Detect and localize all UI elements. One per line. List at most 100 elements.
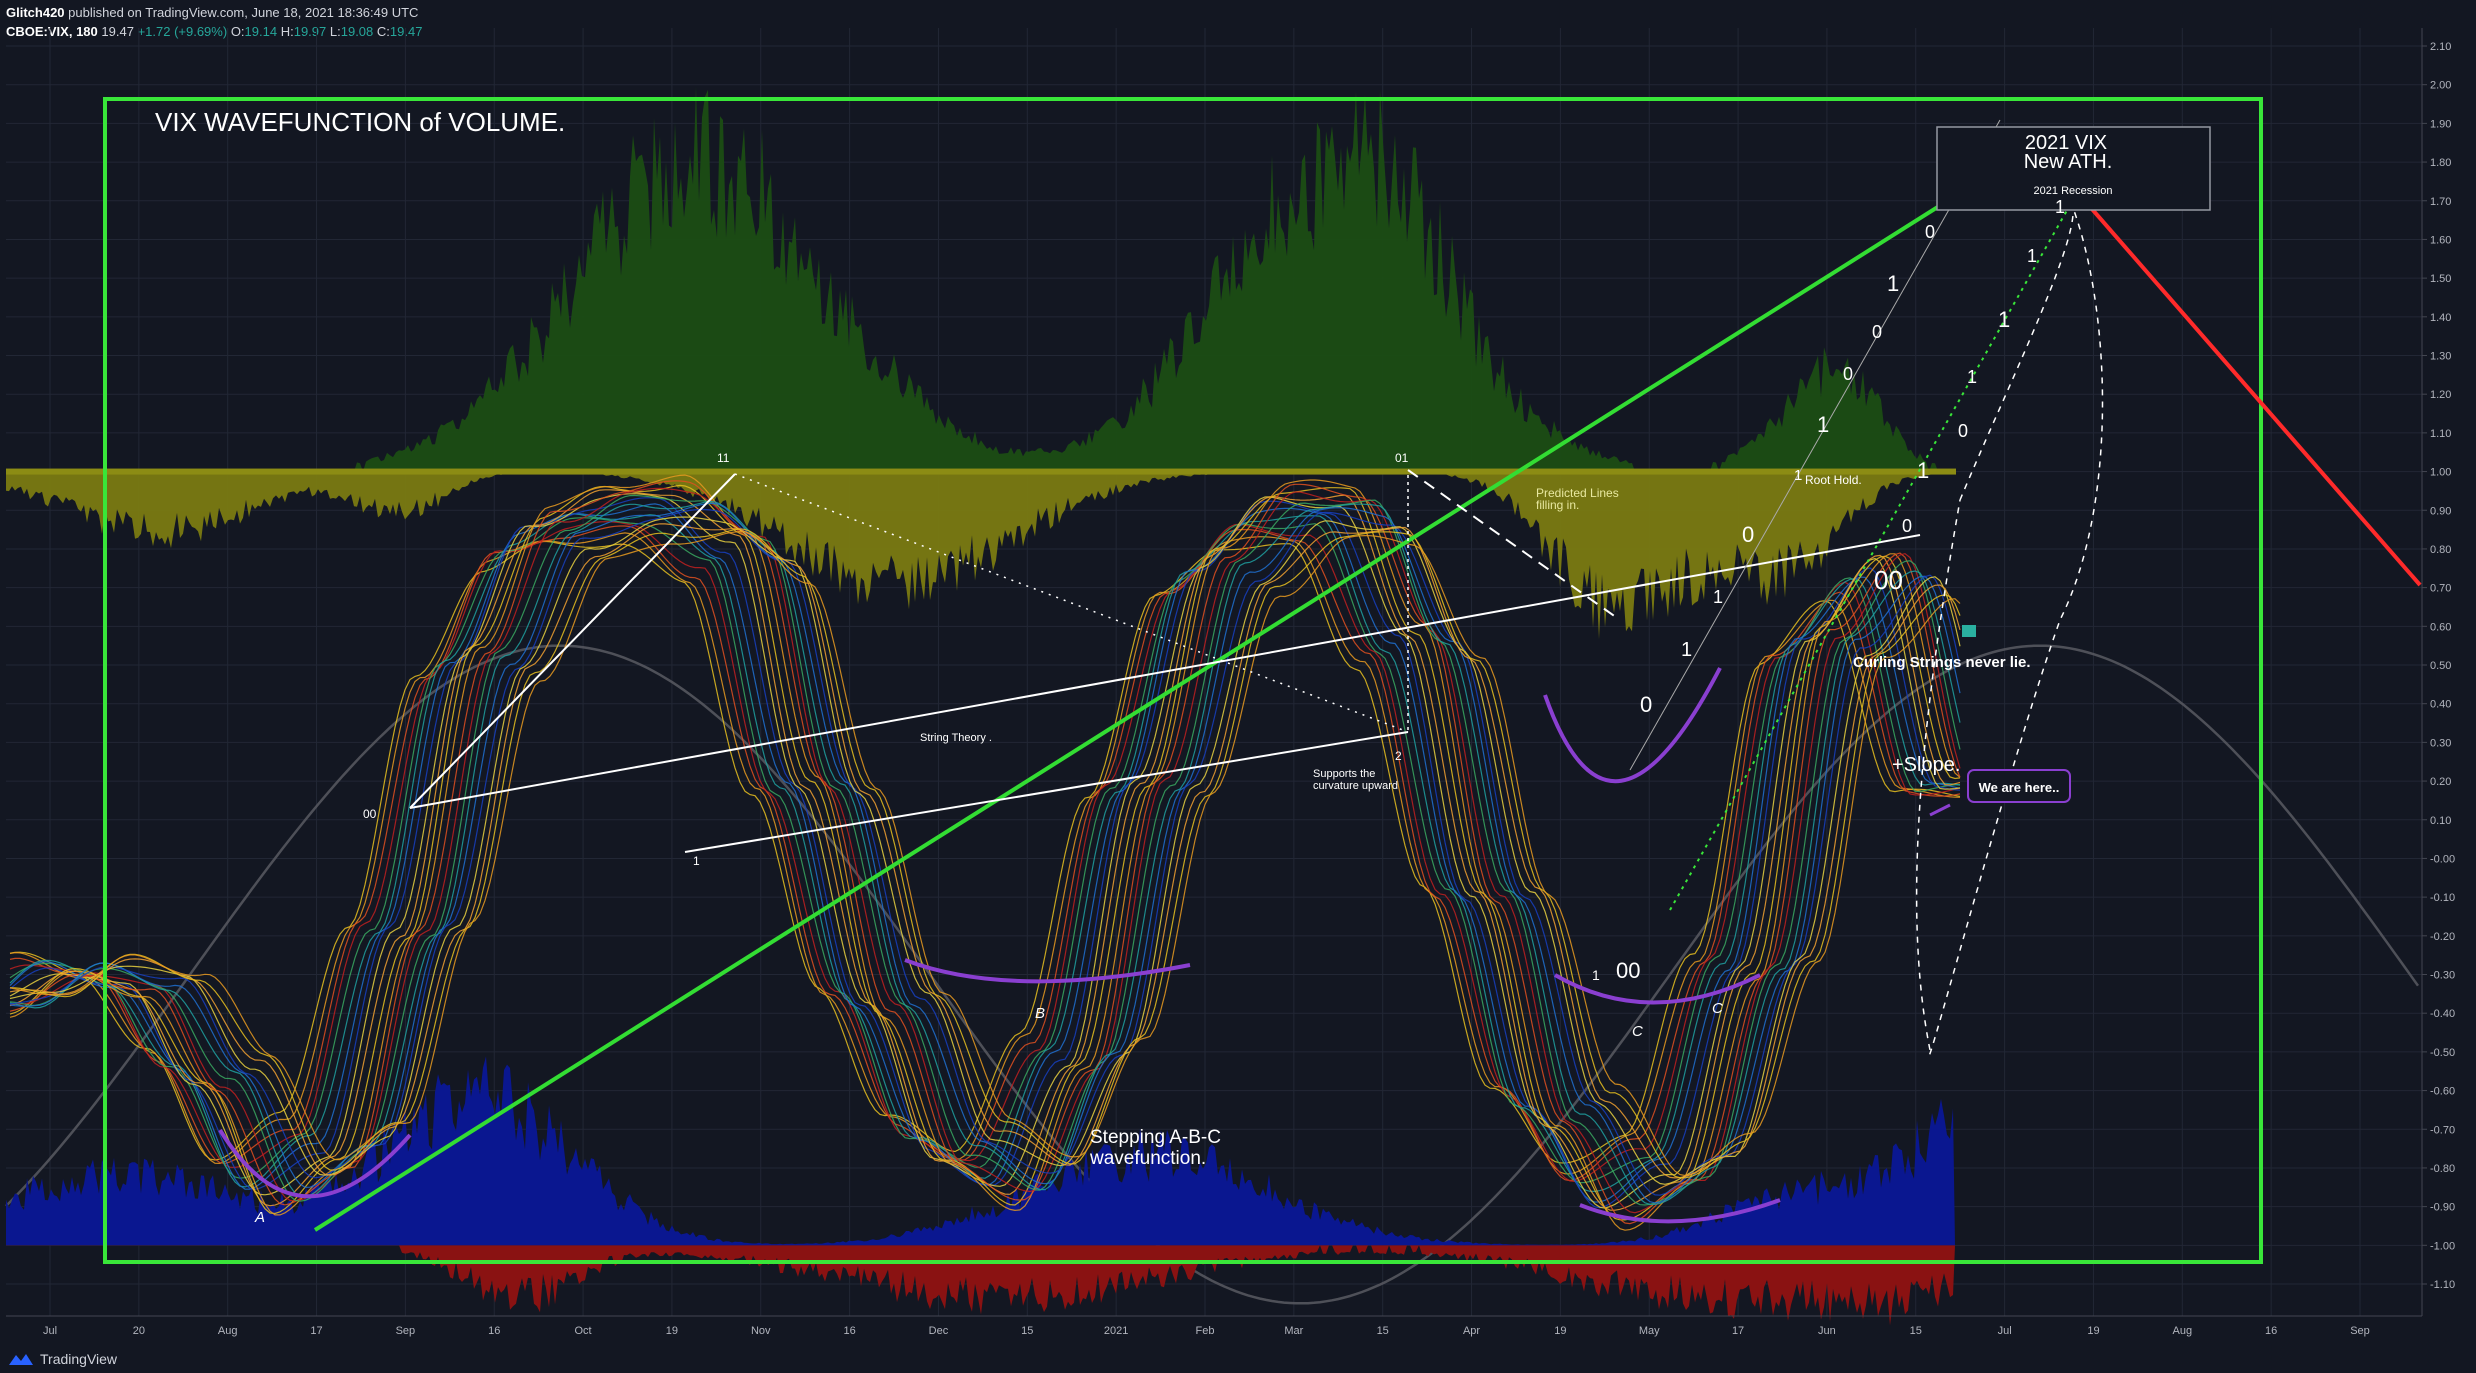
- x-tick-label: 19: [1554, 1325, 1566, 1337]
- y-tick-label: 1.90: [2430, 118, 2451, 130]
- we-are-here-label: We are here..: [1979, 780, 2060, 795]
- marker-01: 01: [1395, 451, 1409, 465]
- x-tick-label: 15: [1021, 1325, 1033, 1337]
- y-tick-label: 1.70: [2430, 196, 2451, 208]
- y-tick-label: 1.00: [2430, 467, 2451, 479]
- volume-negative-area: [6, 471, 1955, 640]
- binary-digit: 1: [1713, 587, 1723, 607]
- teal-flag-icon: [1962, 625, 1976, 637]
- binary-digit: 1: [1998, 307, 2010, 332]
- tradingview-logo-icon: [9, 1354, 33, 1365]
- x-tick-label: 17: [1732, 1325, 1744, 1337]
- y-tick-label: 1.30: [2430, 351, 2451, 363]
- predicted-label-2: filling in.: [1536, 498, 1579, 512]
- red-volume-band: [6, 1245, 1955, 1326]
- footer-brand-label: TradingView: [40, 1351, 118, 1367]
- x-tick-label: Sep: [396, 1325, 416, 1337]
- y-tick-label: -0.40: [2430, 1008, 2455, 1020]
- binary-digit: 0: [1872, 322, 1882, 342]
- ribbon-line: [9, 525, 1961, 1182]
- volume-baseline: [6, 468, 1956, 475]
- x-tick-label: 16: [488, 1325, 500, 1337]
- binary-digit: 1: [1967, 367, 1977, 387]
- binary-digit: 1: [1887, 271, 1899, 296]
- x-tick-label: 20: [133, 1325, 145, 1337]
- ribbon-line: [9, 516, 1961, 1185]
- x-tick-label: Jul: [43, 1325, 57, 1337]
- ath-box-line2: New ATH.: [2024, 151, 2113, 173]
- label-c2: C: [1712, 1000, 1723, 1017]
- x-tick-label: 17: [310, 1325, 322, 1337]
- purple-pointer: [1929, 803, 1951, 817]
- y-tick-label: 2.00: [2430, 80, 2451, 92]
- purple-arc-up: [1543, 667, 1722, 784]
- stepping-label-1: Stepping A-B-C: [1090, 1127, 1221, 1148]
- ribbon-line: [9, 521, 1961, 1183]
- volume-positive-area: [6, 86, 1955, 472]
- binary-digit: 1: [1917, 458, 1929, 483]
- x-tick-label: 19: [2087, 1325, 2099, 1337]
- marker-00-left: 00: [363, 807, 377, 821]
- y-tick-label: 0.90: [2430, 505, 2451, 517]
- x-tick-label: Feb: [1196, 1325, 1215, 1337]
- marker-00-mid: 00: [1616, 958, 1640, 983]
- chart-grid: [6, 28, 2422, 1316]
- x-tick-label: Aug: [2173, 1325, 2193, 1337]
- y-tick-label: 0.60: [2430, 621, 2451, 633]
- marker-1-low: 1: [1681, 639, 1692, 661]
- x-tick-label: 19: [666, 1325, 678, 1337]
- x-tick-label: Aug: [218, 1325, 238, 1337]
- y-tick-label: -0.80: [2430, 1163, 2455, 1175]
- y-tick-label: 1.80: [2430, 157, 2451, 169]
- y-tick-label: -0.00: [2430, 853, 2455, 865]
- label-a: A: [254, 1209, 265, 1226]
- x-tick-label: Nov: [751, 1325, 771, 1337]
- x-tick-label: 15: [1910, 1325, 1922, 1337]
- label-b: B: [1035, 1005, 1045, 1022]
- y-tick-label: 0.50: [2430, 660, 2451, 672]
- ath-box-sub: 2021 Recession: [2034, 185, 2113, 197]
- marker-1-mid: 1: [1592, 967, 1600, 983]
- marker-2: 2: [1395, 749, 1402, 763]
- binary-digit: 1: [2027, 246, 2037, 266]
- footer-brand[interactable]: TradingView: [8, 1351, 117, 1367]
- y-tick-label: -0.50: [2430, 1047, 2455, 1059]
- slope-label: +Slope.: [1892, 754, 1960, 776]
- y-tick-label: 0.70: [2430, 583, 2451, 595]
- white-line-support: [684, 731, 1409, 853]
- binary-digit: 1: [1794, 467, 1802, 484]
- binary-digit: 0: [1843, 364, 1853, 384]
- root-hold-label: Root Hold.: [1805, 473, 1862, 487]
- x-tick-label: Sep: [2350, 1325, 2370, 1337]
- y-tick-label: 0.20: [2430, 776, 2451, 788]
- x-tick-label: May: [1639, 1325, 1660, 1337]
- x-tick-label: 2021: [1104, 1325, 1128, 1337]
- binary-digit: 0: [1958, 421, 1968, 441]
- x-tick-label: Mar: [1284, 1325, 1303, 1337]
- stepping-label-2: wavefunction.: [1089, 1148, 1206, 1169]
- y-tick-label: -0.70: [2430, 1124, 2455, 1136]
- y-tick-label: -1.10: [2430, 1279, 2455, 1291]
- chart-title: VIX WAVEFUNCTION of VOLUME.: [155, 107, 565, 137]
- binary-digit: 0: [1902, 516, 1912, 536]
- y-tick-label: -0.20: [2430, 931, 2455, 943]
- y-tick-label: 1.10: [2430, 428, 2451, 440]
- y-tick-label: 0.40: [2430, 699, 2451, 711]
- x-tick-label: Jun: [1818, 1325, 1836, 1337]
- x-tick-label: 16: [2265, 1325, 2277, 1337]
- chart-canvas[interactable]: 2021 VIXNew ATH.2021 RecessionWe are her…: [0, 0, 2476, 1373]
- y-tick-label: 1.50: [2430, 273, 2451, 285]
- string-theory-label: String Theory .: [920, 732, 992, 744]
- red-trend-line: [2076, 191, 2422, 587]
- supports-label-1: Supports the: [1313, 768, 1375, 780]
- ribbon-line: [9, 540, 1961, 1164]
- x-tick-label: 15: [1377, 1325, 1389, 1337]
- y-tick-label: -0.30: [2430, 970, 2455, 982]
- binary-digit: 1: [1817, 412, 1829, 437]
- y-tick-label: -0.90: [2430, 1202, 2455, 1214]
- y-tick-label: 1.20: [2430, 389, 2451, 401]
- volume-oscillator-area: [6, 86, 1956, 640]
- y-tick-label: 0.80: [2430, 544, 2451, 556]
- marker-11: 11: [717, 451, 730, 465]
- binary-digit: 0: [1925, 222, 1935, 242]
